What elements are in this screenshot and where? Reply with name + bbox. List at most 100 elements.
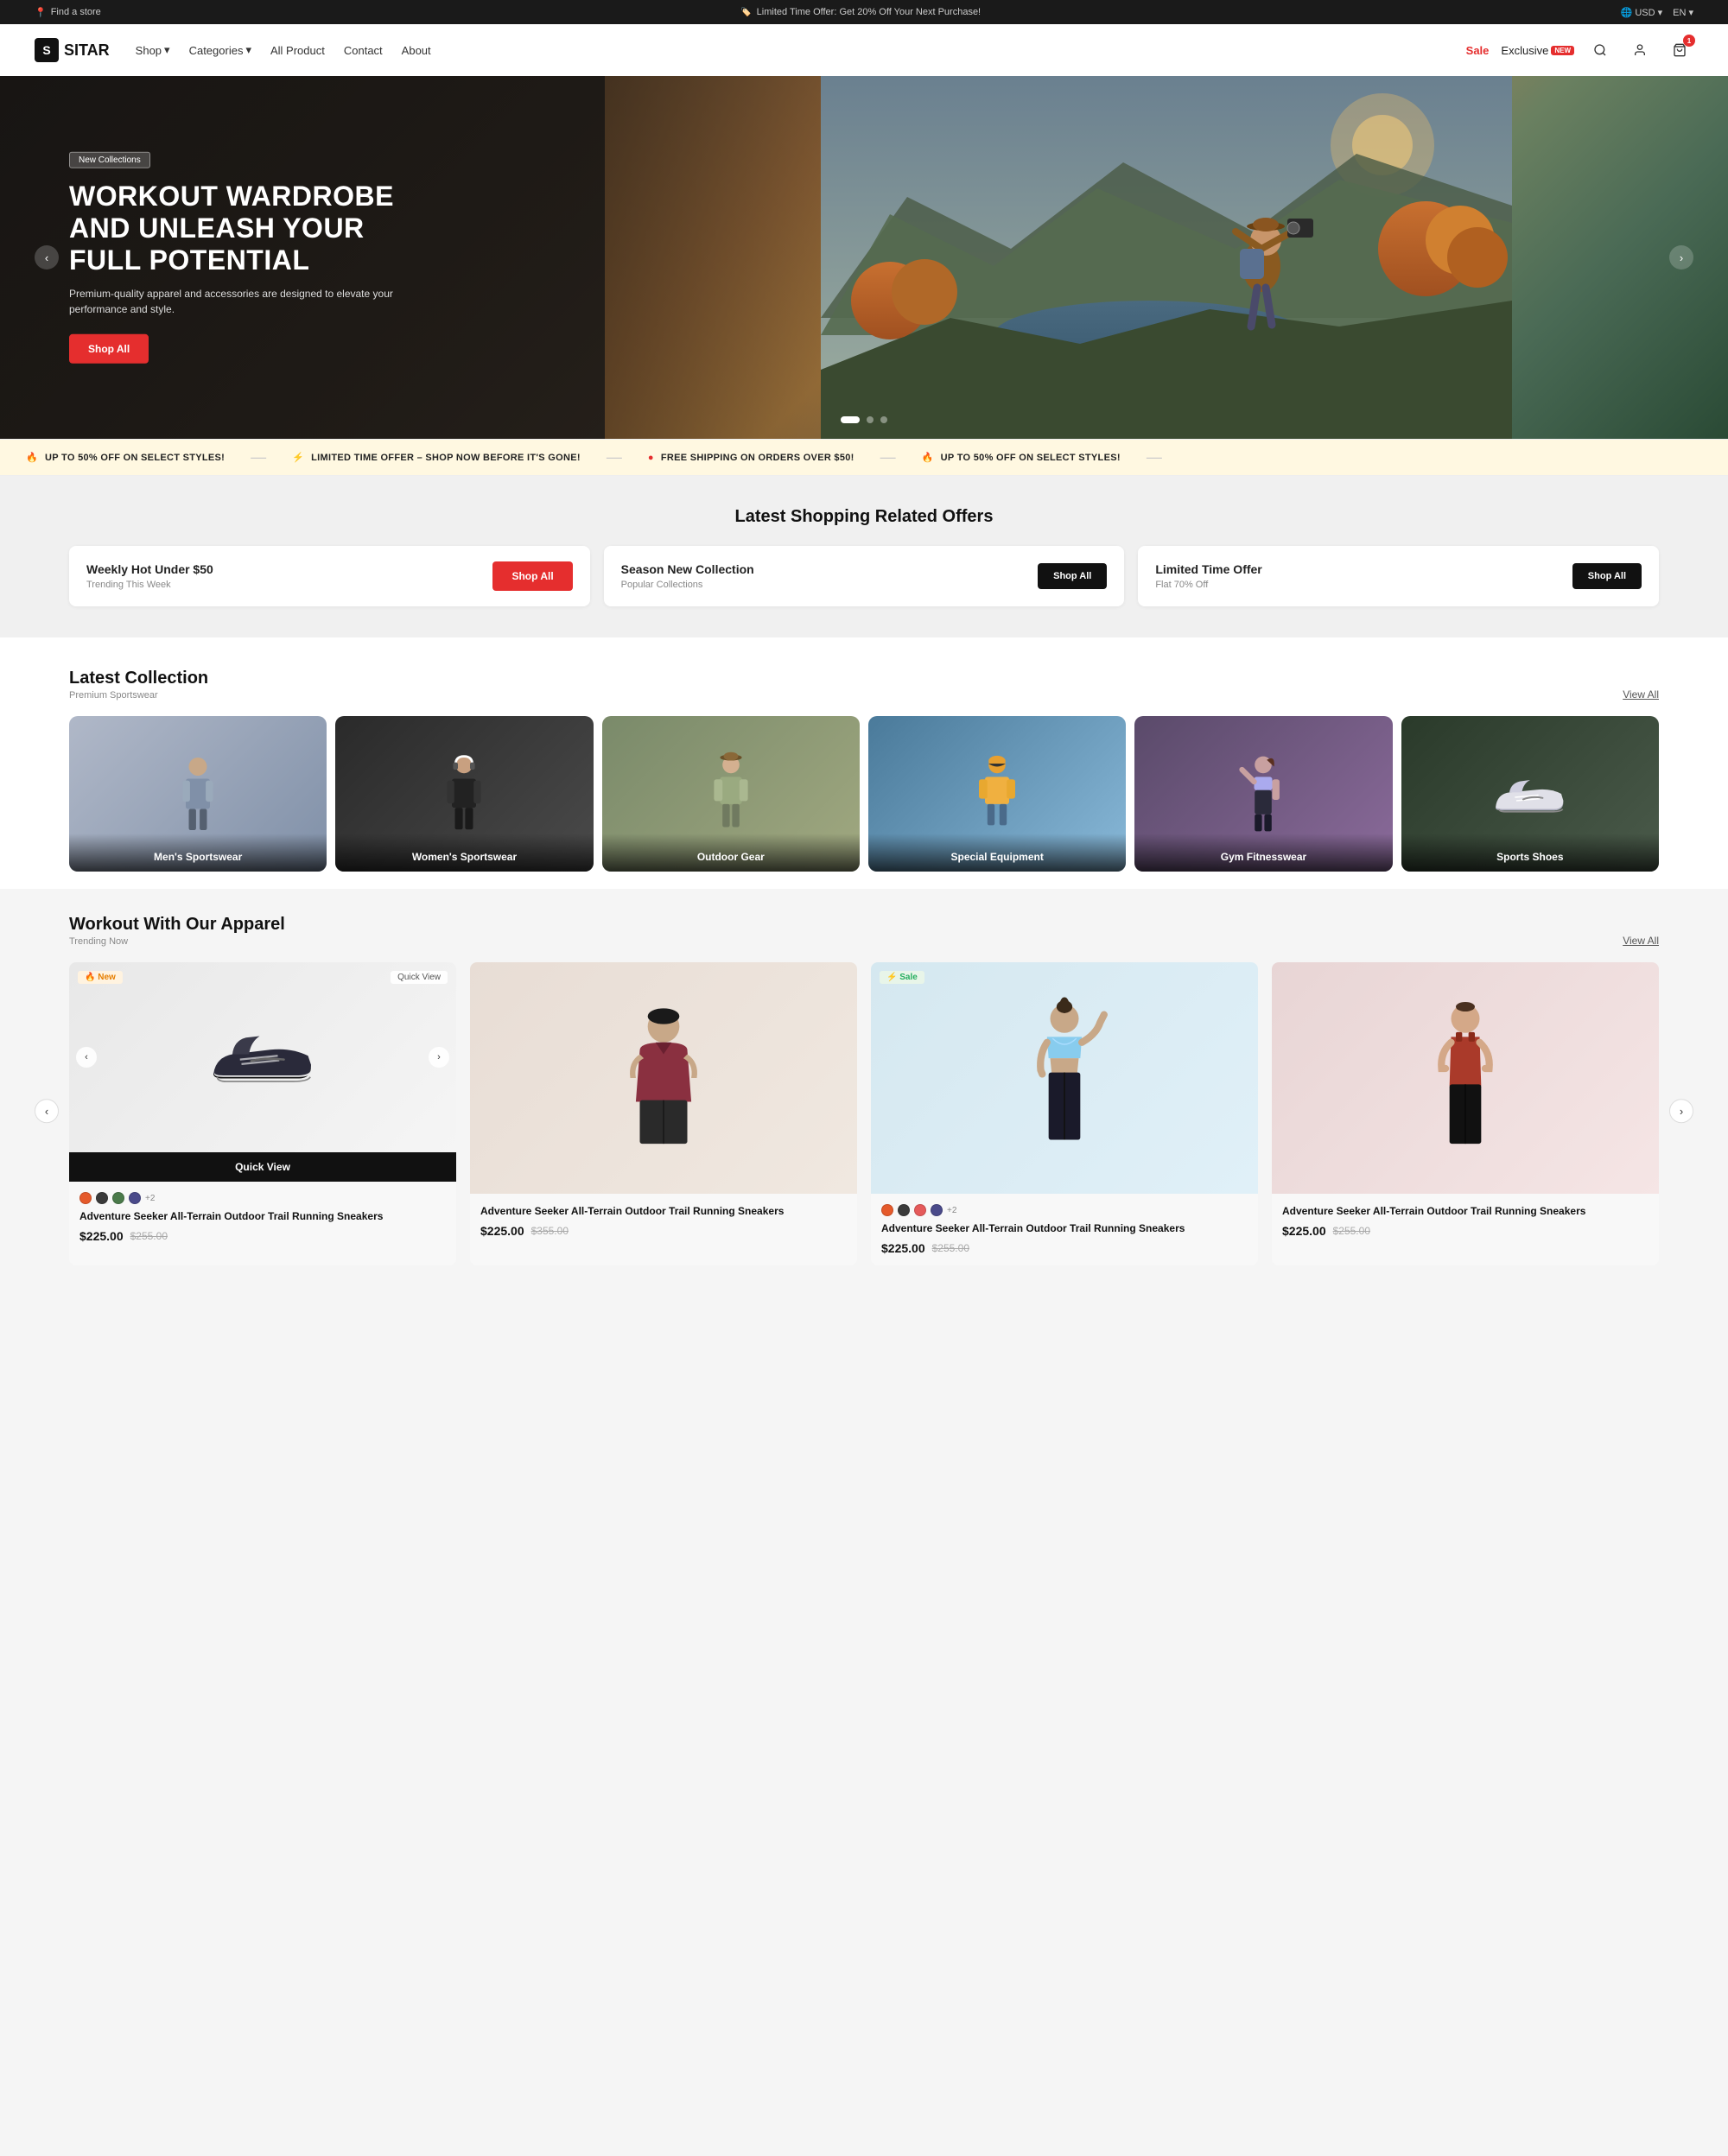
swatches-1: +2 [79, 1192, 446, 1204]
hero-subtitle: Premium-quality apparel and accessories … [69, 286, 397, 317]
nav-about[interactable]: About [402, 44, 431, 57]
fire-icon-1: 🔥 [26, 452, 38, 463]
swatch-red-3[interactable] [914, 1204, 926, 1216]
swatch-black-3[interactable] [898, 1204, 910, 1216]
language-selector[interactable]: EN ▾ [1673, 7, 1693, 18]
swatch-more-1: +2 [145, 1194, 155, 1203]
collection-header: Latest Collection Premium Sportswear Vie… [69, 669, 1659, 701]
price-4: $225.00 [1282, 1224, 1326, 1238]
ticker-item-4: 🔥 UP TO 50% OFF ON SELECT STYLES! [896, 452, 1147, 463]
top-bar: 📍 Find a store 🏷️ Limited Time Offer: Ge… [0, 0, 1728, 24]
currency-selector[interactable]: 🌐 USD ▾ [1621, 7, 1663, 18]
swatch-blue-3[interactable] [931, 1204, 943, 1216]
collection-header-left: Latest Collection Premium Sportswear [69, 669, 208, 701]
swatch-green-1[interactable] [112, 1192, 124, 1204]
offer-cta-3[interactable]: Shop All [1572, 563, 1642, 589]
offer-cta-1[interactable]: Shop All [492, 561, 572, 591]
cart-button[interactable]: 1 [1666, 36, 1693, 64]
offer-info-1: Weekly Hot Under $50 Trending This Week [86, 562, 213, 590]
nav-shop[interactable]: Shop ▾ [136, 43, 170, 57]
swatch-orange-1[interactable] [79, 1192, 92, 1204]
hero-title: WORKOUT WARDROBE AND UNLEASH YOUR FULL P… [69, 181, 397, 276]
circle-icon: ● [648, 453, 654, 463]
offer-info-3: Limited Time Offer Flat 70% Off [1155, 562, 1261, 590]
orig-price-1: $255.00 [130, 1230, 168, 1242]
offer-title-2: Season New Collection [621, 562, 754, 576]
product-card-3: ⚡ Sale [871, 962, 1258, 1265]
products-prev-btn[interactable]: ‹ [35, 1100, 59, 1124]
collection-card-gym[interactable]: Gym Fitnesswear [1134, 716, 1392, 872]
swatch-orange-3[interactable] [881, 1204, 893, 1216]
offer-cta-2[interactable]: Shop All [1038, 563, 1107, 589]
find-store[interactable]: 📍 Find a store [35, 7, 101, 18]
product-card-1: 🔥 New Quick View ‹ [69, 962, 456, 1265]
hero-cta[interactable]: Shop All [69, 334, 149, 364]
swatch-black-1[interactable] [96, 1192, 108, 1204]
collection-view-all[interactable]: View All [1623, 688, 1659, 701]
hero-content: New Collections WORKOUT WARDROBE AND UNL… [69, 151, 397, 364]
orig-price-2: $355.00 [531, 1225, 569, 1237]
main-nav: Shop ▾ Categories ▾ All Product Contact … [136, 43, 1466, 57]
nav-categories[interactable]: Categories ▾ [189, 43, 251, 57]
product-image-3: ⚡ Sale [871, 962, 1258, 1194]
hero-tag: New Collections [69, 152, 150, 168]
pricing-4: $225.00 $255.00 [1282, 1224, 1649, 1238]
swatch-blue-1[interactable] [129, 1192, 141, 1204]
sale-link[interactable]: Sale [1466, 44, 1490, 57]
nav-all-product[interactable]: All Product [270, 44, 325, 57]
hero-banner: New Collections WORKOUT WARDROBE AND UNL… [0, 76, 1728, 439]
collection-card-mens[interactable]: Men's Sportswear [69, 716, 327, 872]
product-info-2: Adventure Seeker All-Terrain Outdoor Tra… [470, 1194, 857, 1248]
collection-card-outdoor[interactable]: Outdoor Gear [602, 716, 860, 872]
apparel-section: Workout With Our Apparel Trending Now Vi… [0, 889, 1728, 1297]
offer-subtitle-3: Flat 70% Off [1155, 580, 1261, 590]
offer-subtitle-1: Trending This Week [86, 580, 213, 590]
offer-card-3: Limited Time Offer Flat 70% Off Shop All [1138, 546, 1659, 606]
quick-view-btn-1[interactable]: Quick View [69, 1152, 456, 1182]
hero-prev-btn[interactable]: ‹ [35, 245, 59, 270]
logo[interactable]: S SITAR [35, 38, 110, 62]
offer-info-2: Season New Collection Popular Collection… [621, 562, 754, 590]
search-button[interactable] [1586, 36, 1614, 64]
collection-card-shoes[interactable]: Sports Shoes [1401, 716, 1659, 872]
apparel-view-all[interactable]: View All [1623, 935, 1659, 947]
price-2: $225.00 [480, 1224, 524, 1238]
ticker-item-2: ⚡ LIMITED TIME OFFER – SHOP NOW BEFORE I… [266, 452, 607, 463]
collection-label-outdoor: Outdoor Gear [602, 834, 860, 872]
collection-section: Latest Collection Premium Sportswear Vie… [0, 637, 1728, 889]
products-next-btn[interactable]: › [1669, 1100, 1693, 1124]
hero-background [605, 76, 1728, 439]
dot-1[interactable] [841, 416, 860, 423]
collection-title: Latest Collection [69, 669, 208, 688]
hero-next-btn[interactable]: › [1669, 245, 1693, 270]
product-card-4: Adventure Seeker All-Terrain Outdoor Tra… [1272, 962, 1659, 1265]
collection-card-womens[interactable]: Women's Sportswear [335, 716, 593, 872]
offer-subtitle-2: Popular Collections [621, 580, 754, 590]
price-3: $225.00 [881, 1241, 925, 1255]
fire-icon-2: 🔥 [922, 452, 934, 463]
nav-contact[interactable]: Contact [344, 44, 383, 57]
product-1-prev[interactable]: ‹ [76, 1047, 97, 1068]
collection-label-mens: Men's Sportswear [69, 834, 327, 872]
badge-sale-3: ⚡ Sale [880, 971, 924, 984]
apparel-subtitle: Trending Now [69, 936, 285, 947]
product-name-2: Adventure Seeker All-Terrain Outdoor Tra… [480, 1204, 847, 1219]
account-button[interactable] [1626, 36, 1654, 64]
collection-card-equipment[interactable]: Special Equipment [868, 716, 1126, 872]
product-info-1: +2 Adventure Seeker All-Terrain Outdoor … [69, 1182, 456, 1253]
divider-2: — [607, 448, 622, 466]
header: S SITAR Shop ▾ Categories ▾ All Product … [0, 24, 1728, 76]
product-image-2 [470, 962, 857, 1194]
collection-label-equipment: Special Equipment [868, 834, 1126, 872]
product-1-next[interactable]: › [429, 1047, 449, 1068]
nav-right: Sale Exclusive NEW 1 [1466, 36, 1693, 64]
divider-3: — [880, 448, 896, 466]
exclusive-link[interactable]: Exclusive NEW [1501, 44, 1574, 57]
collection-label-shoes: Sports Shoes [1401, 834, 1659, 872]
dot-3[interactable] [880, 416, 887, 423]
offers-section: Latest Shopping Related Offers Weekly Ho… [0, 476, 1728, 637]
quick-view-top-1[interactable]: Quick View [391, 971, 448, 984]
dot-2[interactable] [867, 416, 874, 423]
collection-label-gym: Gym Fitnesswear [1134, 834, 1392, 872]
divider-1: — [251, 448, 266, 466]
